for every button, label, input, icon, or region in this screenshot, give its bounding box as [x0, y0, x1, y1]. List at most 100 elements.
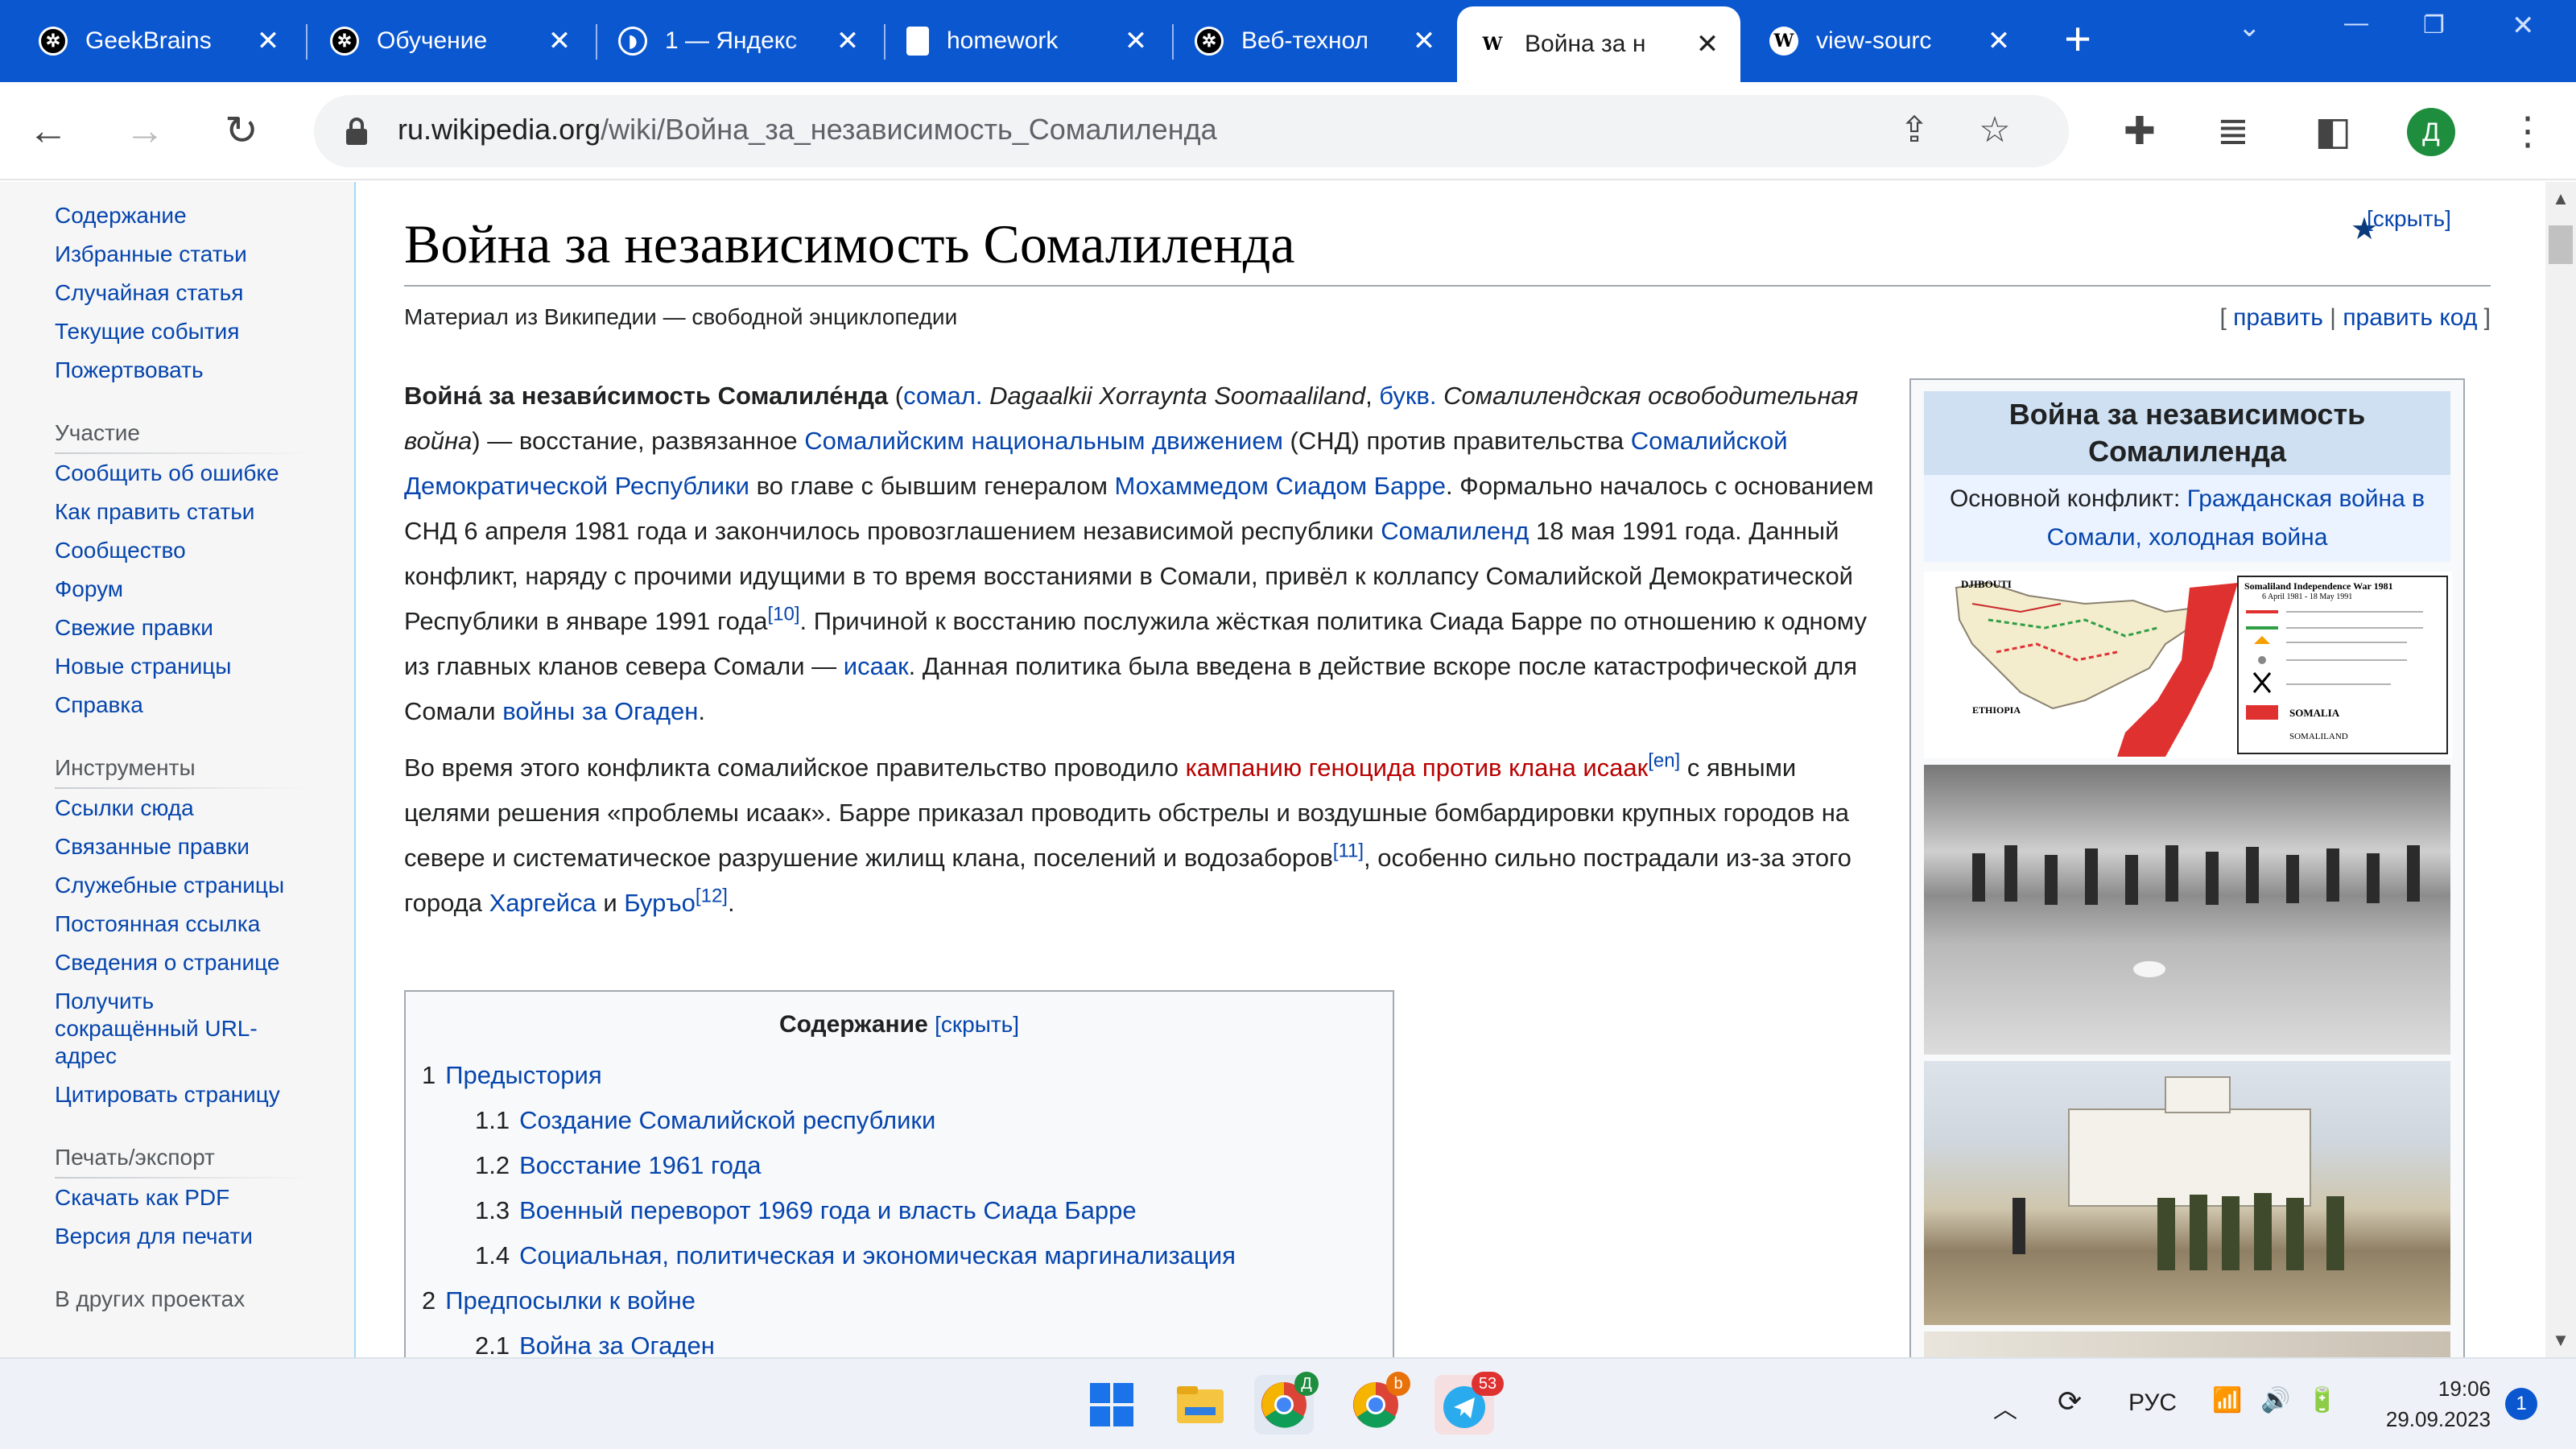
file-explorer-icon[interactable]	[1170, 1375, 1230, 1435]
sidebar-item-contents[interactable]: Содержание	[0, 196, 354, 235]
close-tab-icon[interactable]: ✕	[836, 25, 860, 57]
link-isaaq-genocide[interactable]: кампанию геноцида против клана исаак	[1186, 753, 1649, 782]
sidebar-item-printable[interactable]: Версия для печати	[0, 1217, 354, 1256]
sidebar-item-current-events[interactable]: Текущие события	[0, 312, 354, 351]
menu-icon[interactable]: ⋮	[2504, 108, 2552, 156]
volume-icon[interactable]: 🔊	[2260, 1386, 2290, 1414]
tab-obuchenie[interactable]: ✲ Обучение ✕	[309, 11, 592, 71]
sidebar-item-recent-changes[interactable]: Свежие правки	[0, 609, 354, 647]
battery-icon[interactable]: 🔋	[2307, 1386, 2337, 1414]
link-literally[interactable]: букв.	[1379, 382, 1436, 410]
reload-icon[interactable]: ↻	[217, 106, 266, 155]
link-ogaden-war[interactable]: войны за Огаден	[502, 697, 698, 725]
minimize-icon[interactable]: —	[2344, 10, 2368, 37]
tab-wikipedia-active[interactable]: W Война за н ✕	[1457, 6, 1740, 82]
tab-yandex[interactable]: ◗ 1 — Яндекс ✕	[597, 11, 881, 71]
edit-link[interactable]: править	[2233, 304, 2323, 331]
sidebar-item-related-changes[interactable]: Связанные правки	[0, 828, 354, 866]
link-somali[interactable]: сомал.	[903, 382, 982, 410]
sidebar-item-cite[interactable]: Цитировать страницу	[0, 1075, 354, 1114]
back-icon[interactable]: ←	[24, 106, 72, 155]
sidebar-item-community[interactable]: Сообщество	[0, 531, 354, 570]
chrome-profile-1-icon[interactable]: Д	[1254, 1372, 1319, 1435]
url-text[interactable]: ru.wikipedia.org/wiki/Война_за_независим…	[398, 113, 1217, 147]
ref-en[interactable]: [en]	[1648, 750, 1680, 772]
photo-airport-soldiers[interactable]	[1924, 1061, 2450, 1325]
toc-item[interactable]: 1 Предыстория	[422, 1053, 1377, 1098]
telegram-icon[interactable]: 53	[1435, 1372, 1504, 1435]
toc-hide-link[interactable]: [скрыть]	[935, 1012, 1019, 1037]
link-hargeisa[interactable]: Харгейса	[489, 889, 597, 917]
ref-11[interactable]: [11]	[1333, 840, 1364, 862]
close-tab-icon[interactable]: ✕	[1987, 25, 2011, 57]
toc-item[interactable]: 1.2 Восстание 1961 года	[422, 1143, 1377, 1188]
notification-count-badge[interactable]: 1	[2505, 1388, 2537, 1420]
sidebar-item-what-links-here[interactable]: Ссылки сюда	[0, 789, 354, 828]
media-controls-icon[interactable]: ≣	[2209, 108, 2257, 156]
language-indicator[interactable]: РУС	[2128, 1389, 2177, 1417]
tab-homework[interactable]: homework ✕	[886, 11, 1169, 71]
scrollbar-thumb[interactable]	[2549, 225, 2573, 264]
tab-view-source[interactable]: W view-sourc ✕	[1748, 11, 2032, 71]
ref-10[interactable]: [10]	[767, 604, 799, 625]
sidebar-item-how-to-edit[interactable]: Как править статьи	[0, 493, 354, 531]
close-window-icon[interactable]: ✕	[2512, 10, 2535, 42]
profile-avatar[interactable]: Д	[2407, 108, 2455, 156]
sidebar-item-short-url[interactable]: Получить сокращённый URL-адрес	[0, 982, 258, 1075]
ref-12[interactable]: [12]	[696, 886, 728, 907]
toc-item[interactable]: 2.1 Война за Огаден	[422, 1323, 1377, 1357]
link-burao[interactable]: Буръо	[624, 889, 696, 917]
clock[interactable]: 19:06 29.09.2023	[2370, 1373, 2491, 1435]
forward-icon[interactable]: →	[121, 106, 169, 155]
link-isaaq[interactable]: исаак	[844, 652, 909, 680]
close-tab-icon[interactable]: ✕	[1695, 28, 1719, 60]
link-siad-barre[interactable]: Мохаммедом Сиадом Барре	[1115, 472, 1446, 500]
toc-item[interactable]: 1.3 Военный переворот 1969 года и власть …	[422, 1188, 1377, 1233]
close-tab-icon[interactable]: ✕	[1124, 25, 1148, 57]
telegram-unread-badge: 53	[1472, 1372, 1504, 1396]
sidebar-item-featured[interactable]: Избранные статьи	[0, 235, 354, 274]
toc-item[interactable]: 1.1 Создание Сомалийской республики	[422, 1098, 1377, 1143]
sidebar-item-random[interactable]: Случайная статья	[0, 274, 354, 312]
sidebar-item-permanent-link[interactable]: Постоянная ссылка	[0, 905, 354, 943]
sidebar-item-donate[interactable]: Пожертвовать	[0, 351, 354, 390]
tab-search-icon[interactable]: ⌄	[2238, 11, 2261, 43]
tab-geekbrains[interactable]: ✲ GeekBrains ✕	[18, 11, 301, 71]
tab-web-tech[interactable]: ✲ Веб-технол ✕	[1174, 11, 1457, 71]
link-somaliland[interactable]: Сомалиленд	[1381, 517, 1529, 545]
share-icon[interactable]: ⇪	[1892, 108, 1937, 153]
toc-item[interactable]: 1.4 Социальная, политическая и экономичес…	[422, 1233, 1377, 1278]
restore-icon[interactable]: ❐	[2423, 11, 2445, 39]
hide-link[interactable]: [скрыть]	[2367, 206, 2451, 232]
scroll-down-arrow-icon[interactable]: ▼	[2545, 1330, 2576, 1351]
sidebar-item-page-info[interactable]: Сведения о странице	[0, 943, 354, 982]
windows-start-icon[interactable]	[1082, 1375, 1141, 1435]
close-tab-icon[interactable]: ✕	[547, 25, 572, 57]
new-tab-button[interactable]: +	[2053, 16, 2103, 66]
link-snm[interactable]: Сомалийским национальным движением	[804, 427, 1283, 455]
side-panel-icon[interactable]: ◧	[2309, 108, 2357, 156]
photo-fighters-training[interactable]	[1924, 765, 2450, 1055]
edit-code-link[interactable]: править код	[2343, 304, 2477, 331]
show-hidden-icons-chevron[interactable]: ︿	[1993, 1389, 2017, 1425]
sidebar-item-new-pages[interactable]: Новые страницы	[0, 647, 354, 686]
scroll-up-arrow-icon[interactable]: ▲	[2545, 188, 2576, 209]
bookmark-star-icon[interactable]: ☆	[1972, 108, 2017, 153]
sync-icon[interactable]: ⟳	[2058, 1385, 2082, 1418]
sidebar-item-report-error[interactable]: Сообщить об ошибке	[0, 454, 354, 493]
toc-item[interactable]: 2 Предпосылки к войне	[422, 1278, 1377, 1323]
sidebar-item-special-pages[interactable]: Служебные страницы	[0, 866, 354, 905]
chrome-profile-2-icon[interactable]: b	[1346, 1372, 1410, 1435]
close-tab-icon[interactable]: ✕	[1412, 25, 1436, 57]
sidebar-item-forum[interactable]: Форум	[0, 570, 354, 609]
photo-partial[interactable]	[1924, 1331, 2450, 1357]
address-bar[interactable]: ru.wikipedia.org/wiki/Война_за_независим…	[314, 95, 2069, 167]
sidebar-item-help[interactable]: Справка	[0, 686, 354, 724]
sidebar-item-download-pdf[interactable]: Скачать как PDF	[0, 1179, 354, 1217]
wifi-icon[interactable]: 📶	[2212, 1386, 2242, 1414]
vertical-scrollbar[interactable]: ▲ ▼	[2545, 182, 2576, 1357]
extensions-icon[interactable]: ✚	[2116, 108, 2164, 156]
war-map-image[interactable]: DJIBOUTI ETHIOPIA Somaliland Independenc…	[1924, 572, 2452, 758]
lock-icon[interactable]	[346, 118, 367, 145]
close-tab-icon[interactable]: ✕	[256, 25, 280, 57]
